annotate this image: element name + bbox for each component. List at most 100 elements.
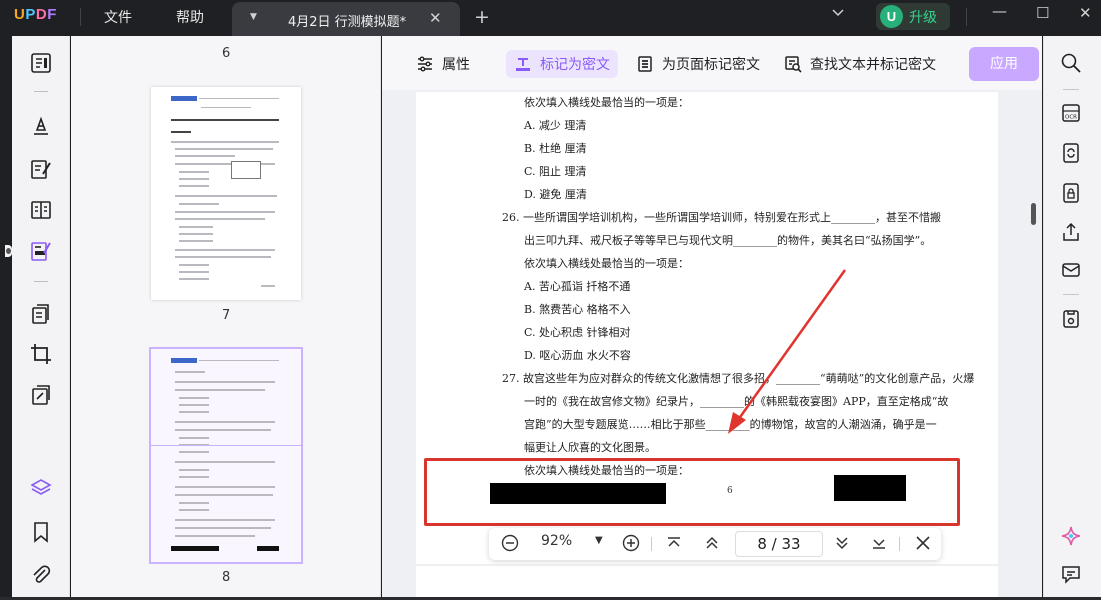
mark-redaction-button[interactable]: 标记为密文 <box>506 50 618 78</box>
bookmark-icon[interactable] <box>29 520 53 544</box>
doc-line: B. 煞费苦心 格格不入 <box>524 303 631 316</box>
close-window-icon[interactable]: ✕ <box>1079 4 1092 22</box>
sliders-icon <box>418 56 432 72</box>
tool-separator <box>1063 294 1079 295</box>
ocr-icon[interactable]: OCR <box>1060 102 1082 124</box>
thumbnail-redaction <box>171 546 219 551</box>
find-text-label: 查找文本并标记密文 <box>810 57 936 73</box>
svg-text:OCR: OCR <box>1065 115 1077 121</box>
highlight-box <box>424 458 960 526</box>
comment-icon[interactable] <box>29 114 53 138</box>
protect-password-icon[interactable] <box>1060 182 1082 204</box>
zoom-separator <box>899 537 900 551</box>
doc-line: 幅更让人欣喜的文化图景。 <box>524 441 656 454</box>
first-page-icon[interactable] <box>665 534 683 556</box>
doc-line: 宫跑”的大型专题展览……相比于那些________的博物馆，故宫的人潮汹涌，确乎… <box>524 418 937 431</box>
layers-icon[interactable] <box>29 476 53 500</box>
share-icon[interactable] <box>1060 221 1082 243</box>
search-icon[interactable] <box>1060 52 1082 74</box>
zoom-bar: 92% ▼ 8 / 33 <box>489 528 941 560</box>
tool-separator <box>34 91 48 92</box>
document-tab-title: 4月2日 行测模拟题* <box>288 15 407 30</box>
doc-line: C. 阻止 理清 <box>524 165 587 178</box>
thumbnail-page-label: 8 <box>222 570 231 585</box>
doc-line: 出三叩九拜、戒尺板子等等早已与现代文明________的物件，美其名曰“弘扬国学… <box>524 234 932 247</box>
close-zoombar-icon[interactable] <box>914 534 932 556</box>
updf-logo: UPDF <box>14 6 57 23</box>
next-page-icon[interactable] <box>833 534 851 556</box>
page-indicator[interactable]: 8 / 33 <box>735 531 823 557</box>
left-toolbar <box>12 36 70 598</box>
thumbnail-page-8[interactable] <box>149 347 303 564</box>
doc-line: C. 处心积虑 针锋相对 <box>524 326 631 339</box>
thumbnail-panel: 6 7 8 <box>71 36 381 598</box>
menu-help[interactable]: 帮助 <box>176 7 204 27</box>
doc-line: 26. 一些所谓国学培训机构，一些所谓国学培训师，特别爱在形式上________… <box>502 211 941 224</box>
minimize-icon[interactable]: — <box>992 2 1007 20</box>
maximize-icon[interactable]: ☐ <box>1036 4 1049 22</box>
collapse-panel-handle[interactable] <box>5 245 12 257</box>
new-tab-icon[interactable]: + <box>474 6 490 28</box>
properties-label: 属性 <box>442 57 470 73</box>
thumbnail-page-7[interactable] <box>151 87 301 300</box>
organize-pages-icon[interactable] <box>29 302 53 326</box>
apply-button[interactable]: 应用 <box>969 47 1039 81</box>
doc-line: A. 减少 理清 <box>524 119 587 132</box>
thumbnail-logo <box>171 96 197 101</box>
convert-icon[interactable] <box>1060 142 1082 164</box>
ai-assistant-icon[interactable] <box>1060 525 1082 547</box>
reader-icon[interactable] <box>29 51 53 75</box>
close-tab-icon[interactable]: ✕ <box>429 9 442 27</box>
upgrade-button[interactable]: U 升级 <box>876 3 950 30</box>
mark-redaction-icon <box>516 58 530 71</box>
upgrade-label: 升级 <box>909 10 937 26</box>
vertical-scrollbar[interactable] <box>1031 203 1036 225</box>
doc-line: D. 呕心沥血 水火不容 <box>524 349 631 362</box>
find-text-redaction-button[interactable]: 查找文本并标记密文 <box>784 50 936 78</box>
title-separator <box>80 8 81 26</box>
email-icon[interactable] <box>1060 259 1082 281</box>
user-avatar: U <box>880 5 903 28</box>
document-tab[interactable]: ▼ 4月2日 行测模拟题* ✕ <box>232 2 460 36</box>
zoom-in-icon[interactable] <box>622 534 640 556</box>
doc-line: 一时的《我在故宫修文物》纪录片，________的《韩熙载夜宴图》APP，直至定… <box>524 395 949 408</box>
doc-line: D. 避免 厘清 <box>524 188 587 201</box>
tool-separator <box>1063 89 1079 90</box>
chat-icon[interactable] <box>1060 563 1082 585</box>
thumbnail-logo <box>171 358 197 363</box>
zoom-separator <box>651 537 652 551</box>
window-separator <box>966 8 967 26</box>
pdf-next-page <box>416 566 998 600</box>
save-icon[interactable] <box>1060 308 1082 330</box>
tab-dropdown-icon[interactable]: ▼ <box>250 12 257 22</box>
doc-line: A. 苦心孤诣 扦格不通 <box>524 280 631 293</box>
doc-line: 27. 故宫这些年为应对群众的传统文化激情想了很多招，________“萌萌哒”… <box>502 372 975 385</box>
thumbnail-page-label: 7 <box>222 308 231 323</box>
page-layout-icon[interactable] <box>29 198 53 222</box>
zoom-out-icon[interactable] <box>501 534 519 556</box>
redaction-toolbar: 属性 标记为密文 为页面标记密文 查找文本并标记密文 应用 <box>382 36 1042 90</box>
thumbnail-redaction <box>257 546 279 551</box>
redact-icon[interactable] <box>26 236 56 266</box>
thumbnail-page-label: 6 <box>222 46 231 61</box>
zoom-level[interactable]: 92% <box>541 533 572 549</box>
mark-redaction-label: 标记为密文 <box>540 57 610 73</box>
protect-icon[interactable] <box>29 383 53 407</box>
find-text-icon <box>785 56 802 73</box>
mark-page-redaction-button[interactable]: 为页面标记密文 <box>636 50 760 78</box>
previous-page-icon[interactable] <box>703 534 721 556</box>
doc-line: 依次填入横线处最恰当的一项是： <box>524 96 689 109</box>
right-toolbar: OCR <box>1043 36 1101 598</box>
menu-file[interactable]: 文件 <box>104 7 132 27</box>
doc-line: B. 杜绝 厘清 <box>524 142 587 155</box>
crop-icon[interactable] <box>29 342 53 366</box>
last-page-icon[interactable] <box>870 534 888 556</box>
properties-button[interactable]: 属性 <box>416 50 470 78</box>
page-redaction-icon <box>638 56 652 72</box>
thumbnail-figure <box>231 161 261 179</box>
tool-separator <box>34 281 48 282</box>
edit-icon[interactable] <box>29 157 53 181</box>
zoom-dropdown-icon[interactable]: ▼ <box>595 535 603 546</box>
attachment-icon[interactable] <box>29 563 53 587</box>
chevron-down-icon[interactable] <box>832 6 844 21</box>
